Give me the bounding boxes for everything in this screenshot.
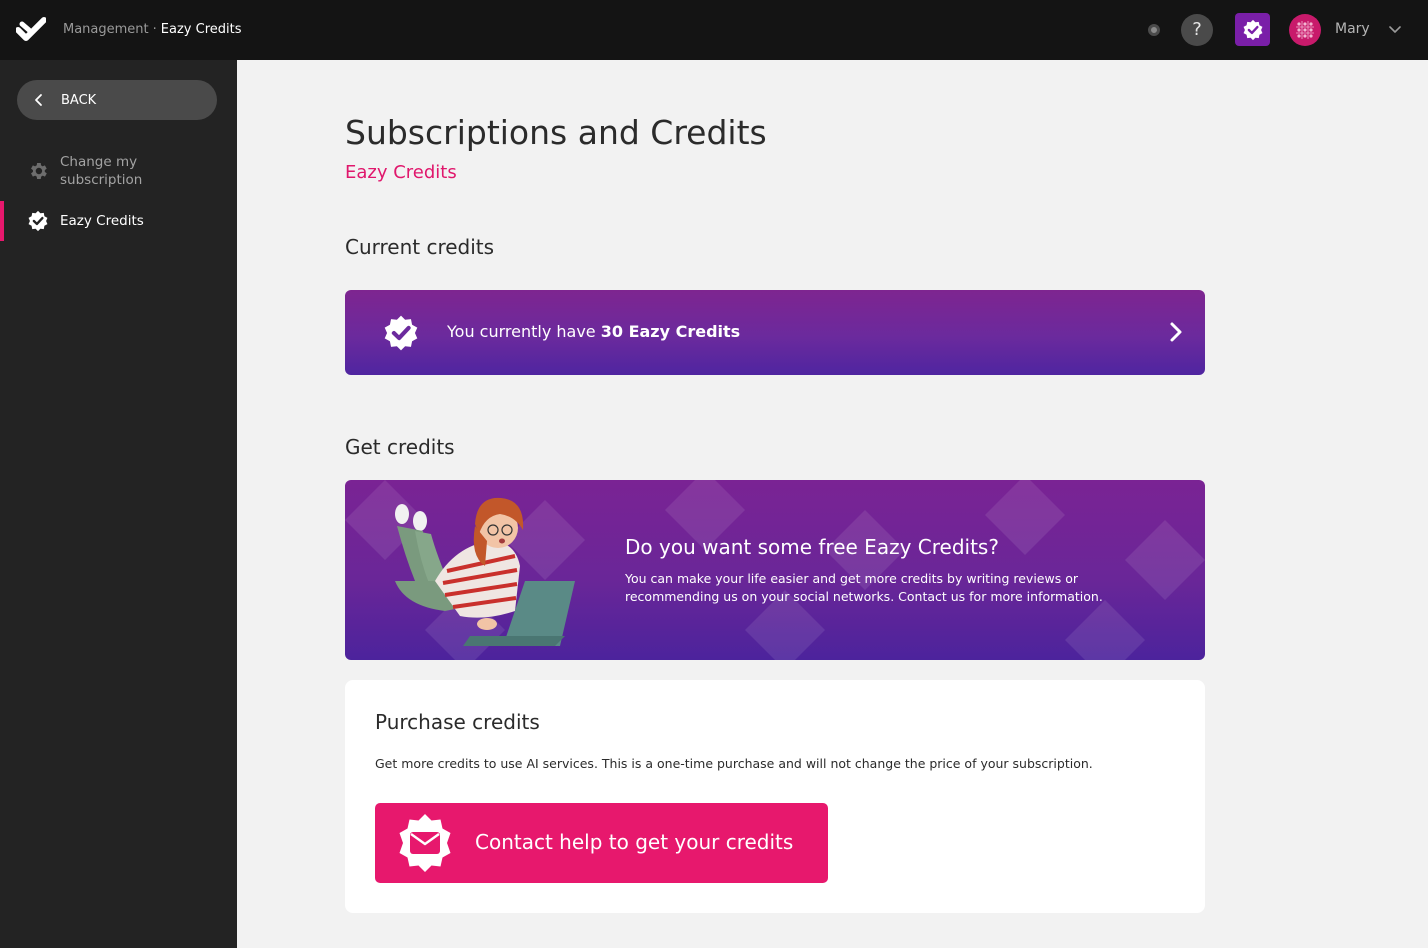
get-credits-heading: Get credits <box>345 435 455 459</box>
page-title: Subscriptions and Credits <box>345 113 767 152</box>
contact-help-button[interactable]: Contact help to get your credits <box>375 803 828 883</box>
sidebar-item-eazy-credits[interactable]: Eazy Credits <box>0 201 237 241</box>
mail-badge-icon <box>399 814 451 872</box>
current-credits-prefix: You currently have <box>447 322 596 341</box>
promo-title: Do you want some free Eazy Credits? <box>625 535 999 559</box>
chevron-right-icon <box>1170 322 1182 342</box>
verified-badge-icon <box>384 315 418 351</box>
current-credits-amount: 30 Eazy Credits <box>600 322 741 341</box>
breadcrumb-parent[interactable]: Management <box>63 22 149 37</box>
woman-with-laptop-illustration <box>395 497 575 646</box>
sidebar: BACK Change my subscription Eazy Credits <box>0 60 237 948</box>
promo-body: You can make your life easier and get mo… <box>625 571 1103 604</box>
avatar[interactable] <box>1289 14 1321 46</box>
gear-icon <box>31 163 47 179</box>
verified-badge-icon <box>28 210 48 232</box>
current-credits-heading: Current credits <box>345 235 495 259</box>
breadcrumb-current: Eazy Credits <box>160 22 242 37</box>
checkmark-logo-icon[interactable] <box>16 15 46 45</box>
chevron-down-icon[interactable] <box>1387 22 1403 38</box>
breadcrumb: Management · Eazy Credits <box>63 22 241 37</box>
verified-badge-icon <box>1243 19 1262 40</box>
breadcrumb-separator: · <box>152 22 157 37</box>
top-bar: Management · Eazy Credits ? Mary <box>0 0 1428 60</box>
page-subtitle: Eazy Credits <box>345 162 457 183</box>
current-credits-card[interactable]: You currently have 30 Eazy Credits <box>345 290 1205 375</box>
back-button[interactable]: BACK <box>17 80 217 120</box>
user-name[interactable]: Mary <box>1335 21 1370 37</box>
contact-help-label: Contact help to get your credits <box>475 830 794 854</box>
sidebar-item-label: Eazy Credits <box>60 213 144 229</box>
sidebar-item-change-subscription[interactable]: Change my subscription <box>0 151 237 191</box>
purchase-credits-description: Get more credits to use AI services. Thi… <box>375 756 1093 771</box>
help-button[interactable]: ? <box>1181 14 1213 46</box>
chevron-left-icon <box>35 94 42 106</box>
back-label: BACK <box>61 92 97 108</box>
credits-button[interactable] <box>1235 13 1270 46</box>
purchase-credits-heading: Purchase credits <box>375 710 540 734</box>
free-credits-banner[interactable]: Do you want some free Eazy Credits? You … <box>345 480 1205 660</box>
status-indicator-icon <box>1148 24 1160 36</box>
current-credits-text: You currently have 30 Eazy Credits <box>447 322 740 341</box>
active-indicator <box>0 201 4 241</box>
sidebar-item-label: Change my subscription <box>60 154 143 188</box>
purchase-credits-card: Purchase credits Get more credits to use… <box>345 680 1205 913</box>
